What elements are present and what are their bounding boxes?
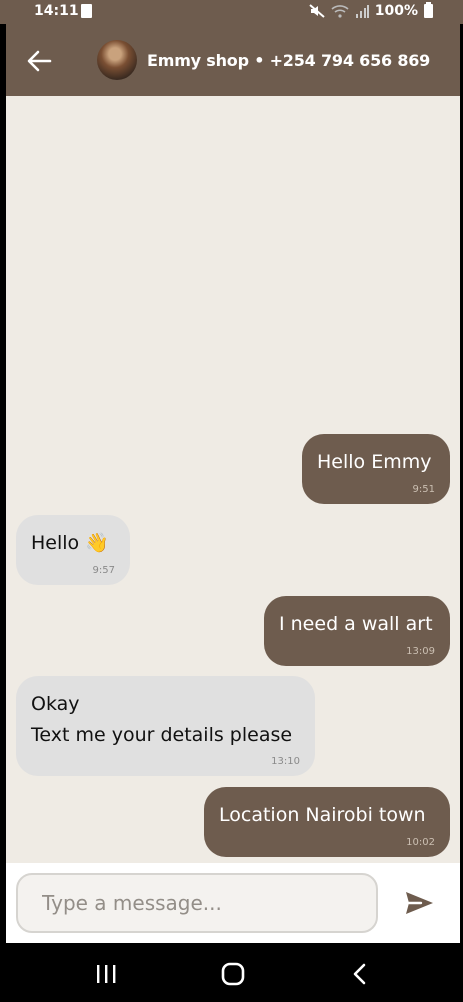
- send-icon[interactable]: [403, 889, 435, 917]
- message-bubble[interactable]: Okay Text me your details please 13:10: [16, 676, 315, 776]
- message-text: Okay Text me your details please: [31, 693, 293, 746]
- message-text: Location Nairobi town: [219, 804, 426, 826]
- status-time: 14:11: [34, 3, 79, 19]
- message-time: 13:09: [406, 646, 435, 657]
- message-text: Hello Emmy: [317, 451, 432, 473]
- sim-card-icon: [81, 4, 92, 18]
- message-bubble[interactable]: Hello Emmy 9:51: [302, 434, 450, 504]
- message-time: 9:51: [412, 484, 435, 495]
- message-list[interactable]: Hello Emmy 9:51 Hello 👋 9:57 I need a wa…: [6, 96, 460, 863]
- chat-title: Emmy shop • +254 794 656 869: [147, 51, 431, 70]
- message-bubble[interactable]: I need a wall art 13:09: [264, 596, 450, 666]
- message-bubble[interactable]: Hello 👋 9:57: [16, 515, 130, 585]
- message-text: I need a wall art: [279, 613, 433, 635]
- composer: [6, 863, 460, 943]
- phone-screen: 14:11 100% Emmy shop • +254 794 656 869 …: [0, 0, 463, 1002]
- mute-icon: [309, 4, 325, 18]
- message-bubble[interactable]: Location Nairobi town 10:02: [204, 787, 450, 857]
- status-icons: 100%: [309, 2, 433, 19]
- avatar[interactable]: [97, 40, 137, 80]
- message-input[interactable]: [16, 873, 378, 933]
- battery-icon: [424, 2, 433, 18]
- back-icon[interactable]: [352, 963, 366, 985]
- home-icon[interactable]: [221, 962, 245, 986]
- app-bar: Emmy shop • +254 794 656 869: [6, 24, 460, 96]
- message-time: 13:10: [271, 756, 300, 767]
- message-text: Hello 👋: [31, 532, 109, 554]
- signal-icon: [355, 5, 369, 18]
- system-nav-bar: [0, 943, 463, 1002]
- wifi-icon: [331, 5, 349, 18]
- arrow-left-icon[interactable]: [24, 47, 54, 75]
- status-bar: 14:11 100%: [0, 0, 463, 24]
- recent-apps-icon[interactable]: [95, 964, 117, 984]
- message-time: 10:02: [406, 837, 435, 848]
- battery-percent: 100%: [374, 3, 418, 19]
- message-time: 9:57: [92, 565, 115, 576]
